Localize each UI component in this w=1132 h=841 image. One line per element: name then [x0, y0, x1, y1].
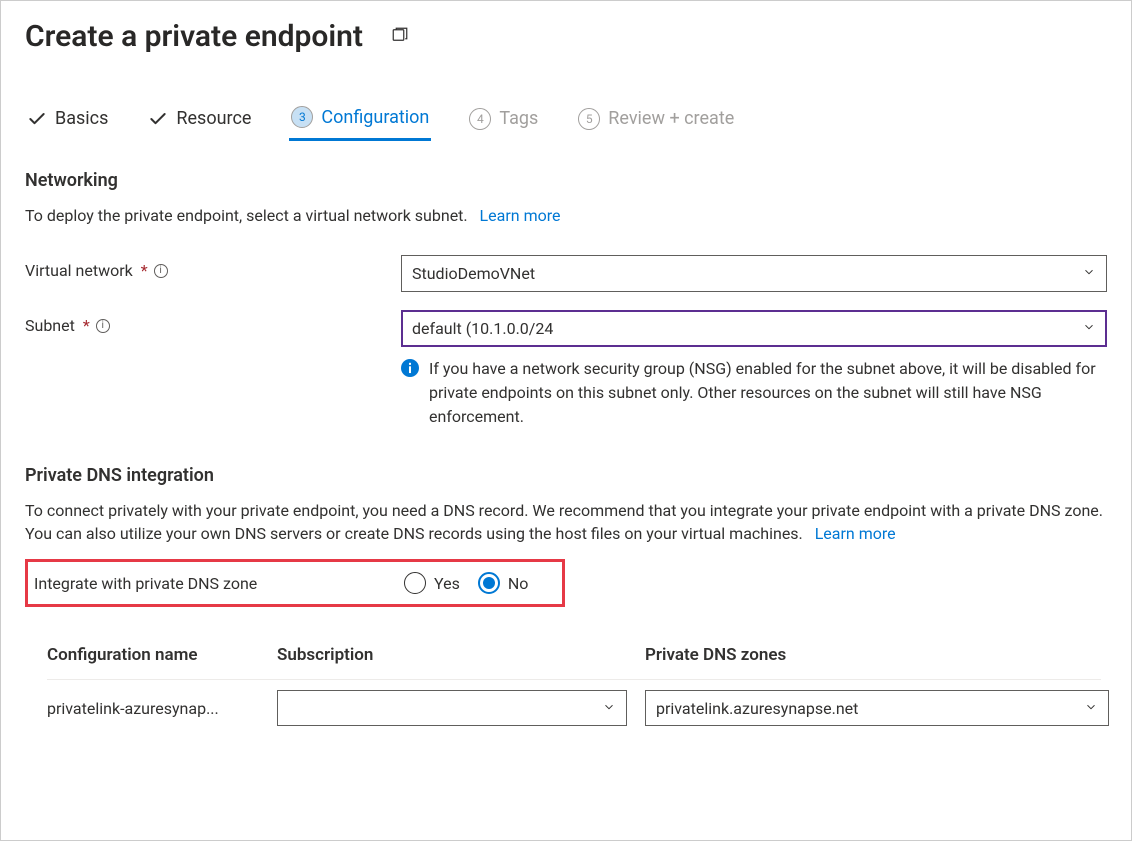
nsg-info-text: If you have a network security group (NS…	[429, 357, 1107, 429]
integrate-dns-radio-group: Yes No	[404, 572, 528, 594]
chevron-down-icon	[1082, 319, 1096, 338]
page-title: Create a private endpoint	[25, 19, 363, 54]
tab-tags[interactable]: 4 Tags	[467, 108, 540, 140]
dns-desc-text: To connect privately with your private e…	[25, 501, 1103, 542]
radio-circle-icon	[478, 572, 500, 594]
radio-circle-icon	[404, 572, 426, 594]
info-icon	[401, 359, 419, 377]
tab-configuration[interactable]: 3 Configuration	[289, 106, 431, 141]
vnet-select[interactable]: StudioDemoVNet	[401, 255, 1107, 292]
chevron-down-icon	[602, 699, 616, 718]
dns-zone-select[interactable]: privatelink.azuresynapse.net	[645, 690, 1109, 726]
chevron-down-icon	[1082, 264, 1096, 283]
dns-table-header: Configuration name Subscription Private …	[47, 635, 1101, 680]
required-marker: *	[141, 261, 148, 280]
col-config-name: Configuration name	[47, 645, 277, 665]
networking-learn-more-link[interactable]: Learn more	[480, 206, 561, 225]
radio-yes[interactable]: Yes	[404, 572, 460, 594]
info-icon[interactable]: i	[96, 319, 110, 333]
check-icon	[27, 109, 47, 129]
config-name-cell: privatelink-azuresynap...	[47, 699, 277, 718]
subnet-select[interactable]: default (10.1.0.0/24	[401, 310, 1107, 347]
step-number-icon: 4	[469, 108, 491, 130]
section-heading-networking: Networking	[25, 170, 1107, 191]
chevron-down-icon	[1084, 699, 1098, 718]
vnet-label: Virtual network	[25, 261, 133, 280]
nsg-info-callout: If you have a network security group (NS…	[401, 357, 1107, 429]
check-icon	[148, 109, 168, 129]
networking-description: To deploy the private endpoint, select a…	[25, 205, 1107, 227]
section-heading-dns: Private DNS integration	[25, 465, 1107, 486]
integrate-dns-highlight: Integrate with private DNS zone Yes No	[25, 559, 565, 607]
tab-label: Tags	[499, 108, 538, 129]
tab-label: Review + create	[608, 108, 734, 129]
subscription-select[interactable]	[277, 690, 627, 726]
subnet-label: Subnet	[25, 316, 75, 335]
col-private-dns-zones: Private DNS zones	[645, 645, 1101, 665]
col-subscription: Subscription	[277, 645, 645, 665]
info-icon[interactable]: i	[154, 264, 168, 278]
subnet-select-value: default (10.1.0.0/24	[412, 319, 553, 338]
networking-desc-text: To deploy the private endpoint, select a…	[25, 206, 468, 225]
dns-learn-more-link[interactable]: Learn more	[815, 524, 896, 543]
feedback-button[interactable]	[387, 22, 413, 51]
integrate-dns-label: Integrate with private DNS zone	[34, 574, 404, 593]
radio-label: Yes	[434, 574, 460, 593]
tab-label: Configuration	[321, 107, 429, 128]
step-number-icon: 3	[291, 106, 313, 128]
radio-label: No	[508, 574, 529, 593]
step-number-icon: 5	[578, 108, 600, 130]
tab-basics[interactable]: Basics	[25, 108, 110, 139]
tab-review-create[interactable]: 5 Review + create	[576, 108, 736, 140]
required-marker: *	[83, 316, 90, 335]
table-row: privatelink-azuresynap... privatelink.az…	[47, 680, 1101, 736]
tab-resource[interactable]: Resource	[146, 108, 253, 139]
dns-zone-select-value: privatelink.azuresynapse.net	[656, 699, 858, 718]
tab-label: Basics	[55, 108, 108, 129]
radio-no[interactable]: No	[478, 572, 529, 594]
tab-label: Resource	[176, 108, 251, 129]
dns-description: To connect privately with your private e…	[25, 500, 1107, 545]
vnet-select-value: StudioDemoVNet	[412, 264, 535, 283]
feedback-icon	[391, 32, 409, 47]
wizard-tabs: Basics Resource 3 Configuration 4 Tags 5…	[25, 106, 1107, 142]
